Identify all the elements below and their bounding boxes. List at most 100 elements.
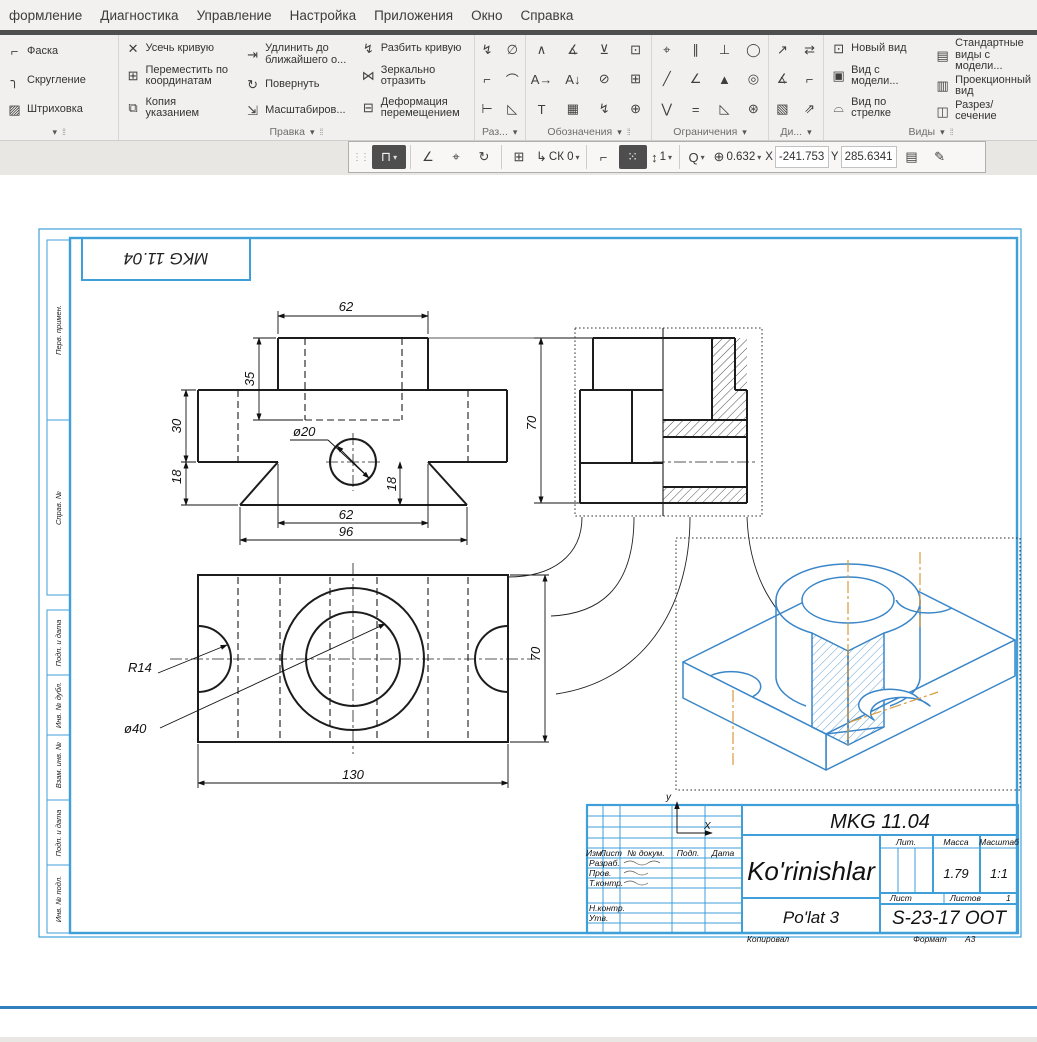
zoom-selector[interactable]: ⊕ 0.632 ▾: [712, 145, 764, 169]
dimension-step-selector[interactable]: ↕ 1 ▾: [649, 145, 675, 169]
group-expand-caret[interactable]: ▾: [617, 127, 622, 138]
group-expand-caret[interactable]: ▾: [807, 127, 812, 138]
chamfer-button[interactable]: ⌐ Фаска: [3, 44, 115, 59]
toolbar-grip[interactable]: ⋮⋮: [352, 152, 368, 163]
trim-curve-button[interactable]: ✕ Усечь кривую: [122, 41, 242, 56]
new-view-icon: ⊡: [830, 42, 847, 55]
menu-item-upravlenie[interactable]: Управление: [188, 3, 281, 28]
group-grip[interactable]: ⁞⁞: [627, 127, 630, 137]
tangent-icon[interactable]: ◯: [741, 36, 766, 63]
section-line-icon[interactable]: ⊘: [591, 66, 618, 93]
align-icon[interactable]: ╱: [654, 66, 679, 93]
text-icon[interactable]: T: [528, 96, 555, 123]
rounding-toggle-button[interactable]: ⁙: [619, 145, 647, 169]
point-on-curve-icon[interactable]: ⌖: [654, 36, 679, 63]
view-label-icon[interactable]: ⊡: [622, 36, 649, 63]
symmetry-icon[interactable]: ◺: [712, 96, 737, 123]
cursor-y-input[interactable]: 285.6341: [841, 146, 897, 168]
angle-dimension-icon[interactable]: ◺: [500, 96, 524, 123]
front-view[interactable]: 62 35 30 18 ø20 18 62 96 70: [169, 299, 593, 545]
scale-button[interactable]: ⇲ Масштабиров...: [241, 103, 357, 118]
view-from-model-button[interactable]: ▣ Вид с модели...: [827, 64, 931, 88]
group-grip[interactable]: ⁞⁞: [950, 127, 953, 137]
datum-icon[interactable]: ⊻: [591, 36, 618, 63]
menu-item-oformlenie[interactable]: формление: [0, 3, 91, 28]
auto-dimension-icon[interactable]: ↯: [475, 36, 499, 63]
roughness-param-icon[interactable]: ∡: [559, 36, 586, 63]
mirror-button[interactable]: ⋈ Зеркально отразить: [357, 64, 471, 88]
top-view[interactable]: 130 70 R14 ø40: [124, 563, 549, 788]
split-curve-button[interactable]: ↯ Разбить кривую: [357, 41, 471, 56]
eyedropper-button[interactable]: ✎: [927, 145, 953, 169]
roughness-icon[interactable]: ∧: [528, 36, 555, 63]
parallel-icon[interactable]: ∥: [683, 36, 708, 63]
menu-item-spravka[interactable]: Справка: [511, 3, 582, 28]
fix-icon[interactable]: ▲: [712, 66, 737, 93]
menu-item-prilozheniya[interactable]: Приложения: [365, 3, 462, 28]
ribbon-group-edit: ✕ Усечь кривую ⊞ Переместить по координа…: [119, 35, 475, 140]
section-view-button[interactable]: ◫ Разрез/сечение: [931, 99, 1034, 123]
measure-chain-icon[interactable]: ⇄: [798, 36, 822, 63]
diameter-dimension-icon[interactable]: ∅: [500, 36, 524, 63]
extend-button[interactable]: ⇥ Удлинить до ближайшего о...: [241, 42, 357, 66]
angle-constraint-icon[interactable]: ∠: [683, 66, 708, 93]
group-expand-caret[interactable]: ▾: [513, 127, 518, 138]
placement-mark-icon[interactable]: ⊞: [622, 66, 649, 93]
measure-distance-icon[interactable]: ↗: [770, 36, 794, 63]
rotate-button[interactable]: ↻ Повернуть: [241, 77, 357, 92]
menu-item-diagnostika[interactable]: Диагностика: [91, 3, 187, 28]
concentric-icon[interactable]: ◎: [741, 66, 766, 93]
cursor-x-input[interactable]: -241.753: [775, 146, 829, 168]
standard-views-button[interactable]: ▤ Стандартные виды с модели...: [931, 37, 1034, 73]
angle-snap-button[interactable]: ∠: [415, 145, 441, 169]
grid-toggle-button[interactable]: ⊞: [506, 145, 532, 169]
projection-view-button[interactable]: ▥ Проекционный вид: [931, 74, 1034, 98]
move-by-coords-button[interactable]: ⊞ Переместить по координатам: [122, 64, 242, 88]
copy-by-point-button[interactable]: ⧉ Копия указанием: [122, 96, 242, 120]
ortho-toggle-button[interactable]: ⌐: [591, 145, 617, 169]
merge-points-icon[interactable]: ⋁: [654, 96, 679, 123]
leader-branch-icon[interactable]: A↓: [559, 66, 586, 93]
csys-selector[interactable]: ↳ СК 0 ▾: [534, 145, 582, 169]
equal-icon[interactable]: =: [683, 96, 708, 123]
auto-constraints-icon[interactable]: ⊛: [741, 96, 766, 123]
side-section-view[interactable]: [575, 328, 762, 516]
measure-angle-icon[interactable]: ∡: [770, 66, 794, 93]
quick-divide-icon[interactable]: ↯: [591, 96, 618, 123]
baseline-dimension-icon[interactable]: ⊢: [475, 96, 499, 123]
center-mark-icon[interactable]: ⊕: [622, 96, 649, 123]
area-properties-icon[interactable]: ▧: [770, 96, 794, 123]
group-expand-caret[interactable]: ▾: [742, 127, 747, 138]
menu-item-nastroika[interactable]: Настройка: [281, 3, 365, 28]
local-snap-button[interactable]: ⌖: [443, 145, 469, 169]
view-by-arrow-button[interactable]: ⌓ Вид по стрелке: [827, 96, 931, 120]
mass-properties-icon[interactable]: ⇗: [798, 96, 822, 123]
measure-tool-button[interactable]: ▤: [899, 145, 925, 169]
menu-item-okno[interactable]: Окно: [462, 3, 511, 28]
radial-dimension-icon[interactable]: ⌒: [500, 66, 524, 93]
drawing-canvas[interactable]: Перв. примен. Справ. № Подп. и дата Инв.…: [0, 175, 1037, 1037]
group-grip[interactable]: ⁞⁞: [320, 127, 323, 137]
snap-toggle-button[interactable]: ⊓ ▾: [372, 145, 406, 169]
view-by-arrow-label: Вид по стрелке: [851, 97, 928, 119]
group-expand-caret[interactable]: ▾: [310, 127, 315, 138]
isometric-view[interactable]: [676, 538, 1020, 790]
svg-text:130: 130: [342, 767, 364, 782]
ribbon-group-geometry: ⌐ Фаска ╮ Скругление ▨ Штриховка ▾ ⁞⁞: [0, 35, 119, 140]
new-view-button[interactable]: ⊡ Новый вид: [827, 41, 931, 56]
perpendicular-icon[interactable]: ⊥: [712, 36, 737, 63]
fillet-button[interactable]: ╮ Скругление: [3, 73, 115, 88]
leader-icon[interactable]: A→: [528, 66, 555, 93]
hatch-button[interactable]: ▨ Штриховка: [3, 102, 115, 117]
group-expand-caret[interactable]: ▾: [52, 127, 57, 138]
group-expand-caret[interactable]: ▾: [940, 127, 945, 138]
round-snap-button[interactable]: ↻: [471, 145, 497, 169]
measure-node-icon[interactable]: ⌐: [798, 66, 822, 93]
svg-text:Пров.: Пров.: [589, 868, 611, 878]
group-grip[interactable]: ⁞⁞: [62, 127, 65, 137]
title-block: X y MKG 11.04 Ko'rinishlar Po'lat 3 S-23…: [586, 792, 1020, 944]
table-icon[interactable]: ▦: [559, 96, 586, 123]
magnifier-selector[interactable]: Q ▾: [684, 145, 710, 169]
linear-dimension-icon[interactable]: ⌐: [475, 66, 499, 93]
deform-button[interactable]: ⊟ Деформация перемещением: [357, 96, 471, 120]
